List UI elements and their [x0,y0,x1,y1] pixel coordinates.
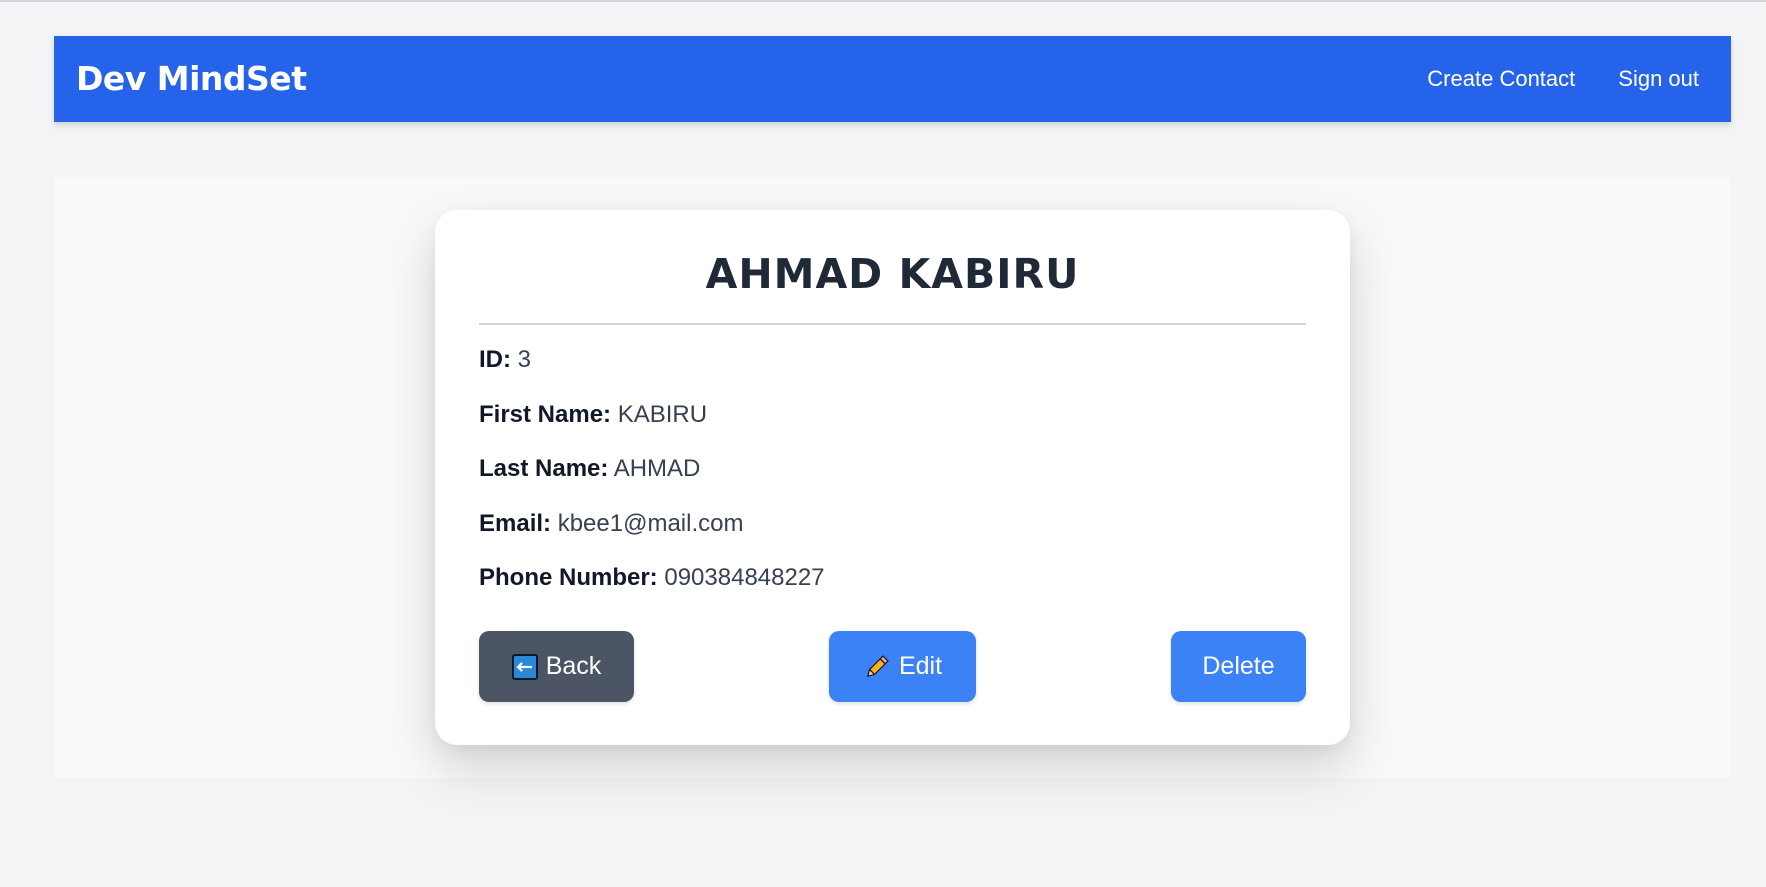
top-navbar: Dev MindSet Create Contact Sign out [54,36,1731,122]
title-divider [479,323,1306,325]
field-last-name-value: AHMAD [613,455,701,482]
field-first-name-value: KABIRU [617,401,708,428]
window-top-border [0,0,1766,2]
nav-links: Create Contact Sign out [1427,36,1699,122]
create-contact-link[interactable]: Create Contact [1427,66,1575,92]
edit-button[interactable]: Edit [829,631,976,702]
delete-button[interactable]: Delete [1171,631,1306,702]
contact-detail-card: AHMAD KABIRU ID: 3 First Name: KABIRU La… [435,210,1350,745]
field-id: ID: 3 [479,346,531,374]
back-arrow-icon [511,653,538,680]
back-button-label: Back [545,652,602,680]
back-button[interactable]: Back [479,631,634,702]
field-email: Email: kbee1@mail.com [479,510,743,538]
field-phone-label: Phone Number: [479,564,658,591]
delete-button-label: Delete [1202,652,1275,680]
pencil-icon [863,653,891,681]
field-last-name-label: Last Name: [479,455,609,482]
contact-name-title: AHMAD KABIRU [705,250,1080,298]
field-phone-value: 090384848227 [664,564,825,591]
brand-logo[interactable]: Dev MindSet [76,36,307,122]
field-first-name: First Name: KABIRU [479,401,707,429]
field-email-value: kbee1@mail.com [557,510,744,537]
field-phone: Phone Number: 090384848227 [479,564,825,592]
field-id-label: ID: [479,346,511,373]
field-first-name-label: First Name: [479,401,612,428]
edit-button-label: Edit [898,652,943,680]
field-id-value: 3 [517,346,532,373]
field-last-name: Last Name: AHMAD [479,455,700,483]
sign-out-link[interactable]: Sign out [1618,66,1699,92]
field-email-label: Email: [479,510,552,537]
